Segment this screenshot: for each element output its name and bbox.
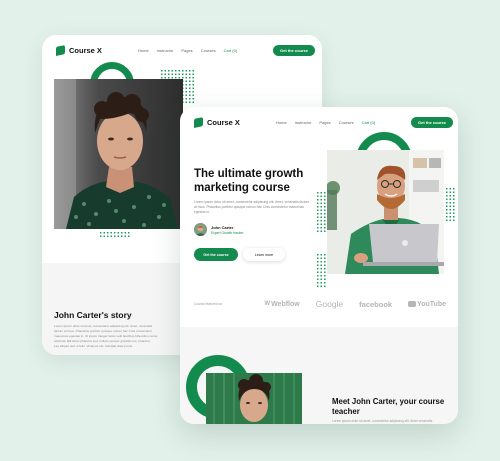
meet-teacher-text: Lorem ipsum dolor sit amet, consectetur … [332, 419, 434, 423]
nav-link-pages[interactable]: Pages [181, 48, 192, 53]
front-page-card: Course X Home Instructor Pages Courses C… [180, 107, 458, 424]
youtube-logo: YouTube [408, 301, 446, 308]
webflow-wordmark: Webflow [271, 300, 300, 308]
logo-icon [56, 44, 65, 56]
nav-link-pages[interactable]: Pages [319, 120, 330, 125]
author-name: John Carter [211, 224, 234, 230]
author-avatar [194, 223, 207, 236]
avatar-image [194, 223, 207, 236]
story-line: Leo aliquet sed ut felis. Vivamus elit, … [54, 344, 133, 348]
teacher-portrait-photo [206, 373, 302, 424]
nav-link-cart[interactable]: Cart (0) [224, 48, 238, 53]
get-course-nav-button[interactable]: Get the course [411, 116, 454, 128]
nav-link-instructor[interactable]: Instructor [157, 48, 174, 53]
logo[interactable]: Course X [194, 116, 240, 128]
nav-link-home[interactable]: Home [138, 48, 149, 53]
instructor-portrait-photo [54, 79, 183, 229]
featured-label: Course featured on [194, 302, 223, 306]
youtube-wordmark: YouTube [417, 300, 446, 308]
logo[interactable]: Course X [56, 44, 102, 56]
story-title: John Carter's story [54, 310, 132, 320]
author-block: John Carter Expert Growth Hacker [194, 223, 243, 236]
meet-teacher-title: Meet John Carter, your course teacher [332, 397, 445, 416]
logo-text: Course X [207, 117, 240, 127]
webflow-icon: W [264, 301, 271, 307]
author-role: Expert Growth Hacker [211, 230, 244, 235]
logo-icon [194, 116, 203, 128]
nav-link-courses[interactable]: Courses [339, 120, 354, 125]
hero-title: The ultimate growth marketing course [194, 168, 304, 194]
hero-description: Lorem ipsum dolor sit amet, consectetur … [194, 200, 310, 214]
decorative-dots [316, 253, 326, 287]
youtube-icon [408, 301, 417, 307]
google-logo: Google [316, 299, 343, 309]
story-paragraph: Lorem ipsum dolor sit amet, consectetur … [54, 324, 178, 349]
top-navigation: Course X Home Instructor Pages Courses C… [42, 35, 322, 65]
decorative-dots [99, 231, 131, 239]
teacher-portrait-image [206, 373, 302, 424]
webflow-logo: W Webflow [264, 301, 299, 308]
decorative-dots [445, 187, 455, 221]
nav-link-cart[interactable]: Cart (0) [362, 120, 376, 125]
facebook-logo: facebook [359, 300, 392, 309]
nav-links: Home Instructor Pages Courses Cart (0) [138, 48, 237, 53]
instructor-laptop-image [327, 150, 444, 274]
learn-more-button[interactable]: Learn more [243, 248, 285, 261]
instructor-portrait-image [54, 79, 183, 229]
instructor-laptop-photo [327, 150, 444, 274]
google-wordmark: Google [315, 299, 344, 309]
featured-logos-row: Course featured on W Webflow Google face… [194, 297, 446, 311]
top-navigation: Course X Home Instructor Pages Courses C… [180, 107, 458, 137]
facebook-wordmark: facebook [359, 299, 393, 309]
nav-link-courses[interactable]: Courses [201, 48, 216, 53]
logo-text: Course X [69, 45, 102, 55]
nav-link-instructor[interactable]: Instructor [295, 120, 312, 125]
nav-links: Home Instructor Pages Courses Cart (0) [276, 120, 375, 125]
nav-link-home[interactable]: Home [276, 120, 287, 125]
get-course-nav-button[interactable]: Get the course [273, 44, 316, 56]
get-course-button[interactable]: Get the course [194, 248, 238, 261]
